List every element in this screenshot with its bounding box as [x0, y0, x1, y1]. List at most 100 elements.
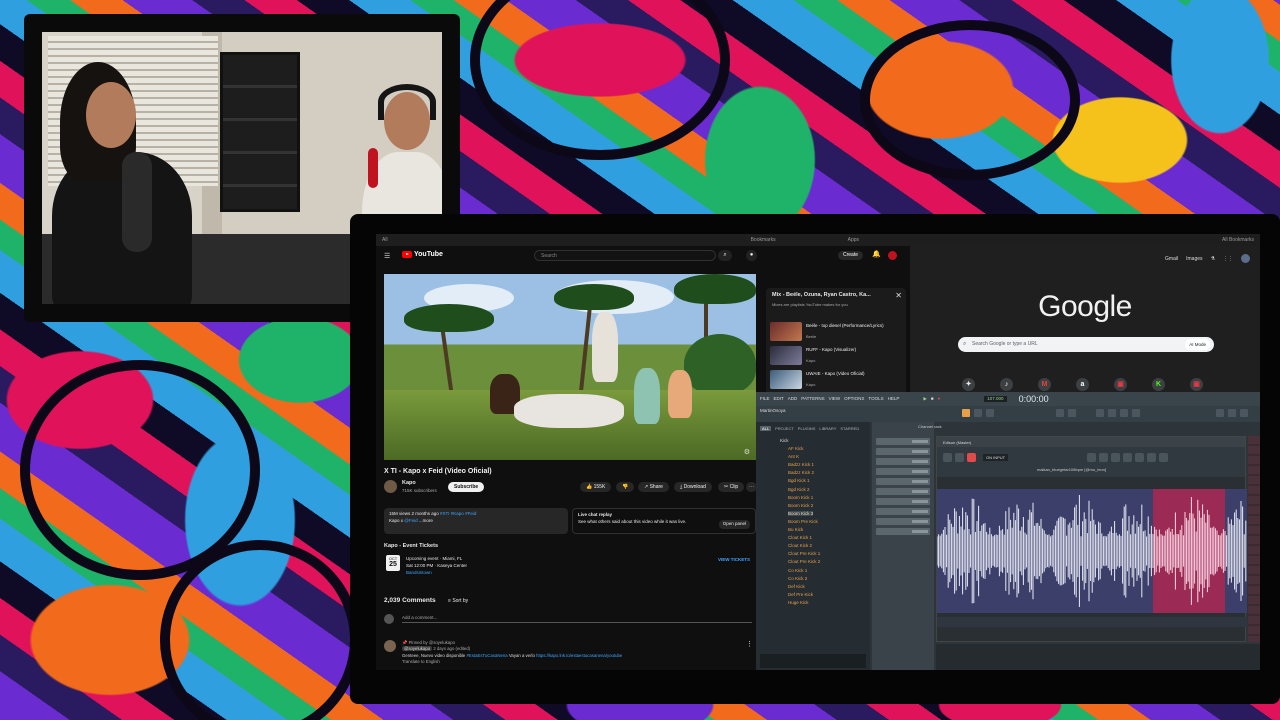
shortcut-icon[interactable]: ✦ [962, 378, 975, 391]
subscribe-button[interactable]: Subscribe [448, 482, 485, 492]
browser-item[interactable]: Co Kick 1 [788, 568, 807, 573]
menu-options[interactable]: OPTIONS [844, 396, 864, 402]
toolbar-button[interactable] [1132, 409, 1140, 417]
share-button[interactable]: ↗ Share [638, 482, 669, 492]
toolbar-button[interactable] [1240, 409, 1248, 417]
search-icon[interactable]: ⌕ [718, 250, 732, 261]
menu-tools[interactable]: TOOLS [868, 396, 883, 402]
toolbar-button[interactable] [1056, 409, 1064, 417]
comment-link[interactable]: https://kapo.lnk.to/estaestucasanena/you… [536, 653, 622, 658]
toolbar-button[interactable] [1228, 409, 1236, 417]
mix-item[interactable]: RUFF - Kapo (Visualizer) Kapo [770, 346, 902, 366]
menu-view[interactable]: VIEW [829, 396, 841, 402]
settings-gear-icon[interactable]: ⚙ [744, 448, 750, 456]
channel-strip[interactable] [876, 468, 930, 475]
hamburger-menu-icon[interactable]: ☰ [384, 252, 390, 260]
browser-tab-project[interactable]: PROJECT [775, 426, 794, 431]
bookmarks-all[interactable]: Bookmarks [751, 237, 776, 243]
menu-add[interactable]: ADD [788, 396, 798, 402]
gmail-link[interactable]: Gmail [1165, 256, 1178, 262]
video-player[interactable]: ⚙ [384, 274, 756, 460]
shortcut-icon[interactable]: ▣ [1190, 378, 1203, 391]
channel-strip[interactable] [876, 498, 930, 505]
edison-record-icon[interactable] [967, 453, 976, 462]
browser-item[interactable]: Bgd Kick 1 [788, 478, 810, 483]
channel-strip[interactable] [876, 528, 930, 535]
play-icon[interactable]: ▶ [923, 396, 926, 402]
apps-grid-icon[interactable]: ⋮⋮ [1223, 256, 1233, 262]
record-icon[interactable]: ● [938, 396, 941, 402]
channel-strip[interactable] [876, 478, 930, 485]
browser-tab-starred[interactable]: STARRED [840, 426, 859, 431]
edison-button[interactable] [1135, 453, 1144, 462]
shortcut-icon[interactable]: ▣ [1114, 378, 1127, 391]
channel-strip[interactable] [876, 508, 930, 515]
edison-button[interactable] [1147, 453, 1156, 462]
add-comment-input[interactable]: Add a comment... [402, 615, 752, 623]
browser-tab-all[interactable]: ALL [760, 426, 772, 431]
menu-patterns[interactable]: PATTERNS [801, 396, 824, 402]
browser-item[interactable]: Boom Kick 1 [788, 495, 813, 500]
stop-icon[interactable]: ■ [931, 396, 934, 402]
account-avatar[interactable] [1241, 254, 1250, 263]
browser-item[interactable]: Bgd Kick 2 [788, 487, 810, 492]
toolbar-button[interactable] [962, 409, 970, 417]
comment-hashtag[interactable]: #EstaEsTuCasaNena [467, 653, 508, 658]
menu-file[interactable]: FILE [760, 396, 770, 402]
edison-button[interactable] [1111, 453, 1120, 462]
waveform-overview[interactable] [937, 617, 1247, 627]
browser-item[interactable]: Badzz Kick 1 [788, 462, 814, 467]
toolbar-button[interactable] [1096, 409, 1104, 417]
bookmarks-all-right[interactable]: All Bookmarks [1222, 237, 1254, 243]
edison-button[interactable] [1123, 453, 1132, 462]
browser-item[interactable]: AF Kick [788, 446, 804, 451]
browser-tab-plugins[interactable]: PLUGINS [798, 426, 816, 431]
channel-name[interactable]: Kapo [402, 480, 416, 486]
channel-strip[interactable] [876, 448, 930, 455]
channel-strip[interactable] [876, 438, 930, 445]
browser-item[interactable]: Co Kick 2 [788, 576, 807, 581]
toolbar-button[interactable] [1068, 409, 1076, 417]
browser-item[interactable]: Boom Pre Kick [788, 519, 818, 524]
show-more-link[interactable]: ...more [419, 518, 433, 523]
sort-by-button[interactable]: ≡ Sort by [448, 598, 468, 604]
bookmarks-apps[interactable]: All [382, 237, 388, 243]
toolbar-button[interactable] [1216, 409, 1224, 417]
browser-item[interactable]: Boom Kick 2 [788, 503, 813, 508]
clip-button[interactable]: ✂ Clip [718, 482, 745, 492]
images-link[interactable]: Images [1186, 256, 1202, 262]
create-button[interactable]: Create [838, 251, 864, 260]
feid-mention-link[interactable]: @Feid [404, 518, 417, 523]
close-icon[interactable]: ✕ [895, 291, 902, 300]
ai-mode-button[interactable]: AI Mode [1185, 339, 1210, 350]
youtube-logo[interactable]: YouTube [402, 251, 443, 258]
edison-mode[interactable]: ON INPUT [983, 454, 1009, 461]
hashtags[interactable]: #XTI #Kapo #Feid [440, 511, 476, 516]
bookmarks-apps-right[interactable]: Apps [848, 237, 859, 243]
video-description[interactable]: 15M views 2 months ago #XTI #Kapo #Feid … [384, 508, 568, 534]
mix-item[interactable]: UWAIE - Kapo (Video Oficial) Kapo [770, 370, 902, 390]
labs-icon[interactable]: ⚗ [1211, 256, 1215, 262]
toolbar-button[interactable] [1108, 409, 1116, 417]
edison-button[interactable] [1159, 453, 1168, 462]
mix-item[interactable]: Beéle - top diesel (Performance/Lyrics) … [770, 322, 902, 342]
channel-strip[interactable] [876, 518, 930, 525]
comment-menu-icon[interactable]: ⋮ [746, 640, 753, 648]
edison-button[interactable] [1087, 453, 1096, 462]
comment-author-avatar[interactable] [384, 640, 396, 652]
browser-item[interactable]: Def Kick [788, 584, 805, 589]
google-search-input[interactable]: ⌕ Search Google or type a URL AI Mode [958, 337, 1214, 352]
shortcut-icon[interactable]: K [1152, 378, 1165, 391]
shortcut-icon[interactable]: ♪ [1000, 378, 1013, 391]
browser-item[interactable]: Bu Kick [788, 527, 803, 532]
view-tickets-button[interactable]: VIEW TICKETS [718, 557, 750, 562]
download-button[interactable]: ⤓ Download [674, 482, 712, 492]
toolbar-button[interactable] [986, 409, 994, 417]
toolbar-button[interactable] [1120, 409, 1128, 417]
browser-item[interactable]: Clout Pre Kick 2 [788, 559, 820, 564]
notifications-bell-icon[interactable]: 🔔 [872, 250, 881, 258]
channel-strip[interactable] [876, 458, 930, 465]
account-avatar[interactable] [888, 251, 897, 260]
dislike-button[interactable]: 👎 [616, 482, 635, 492]
browser-item[interactable]: Boom Kick 3 [788, 510, 814, 516]
